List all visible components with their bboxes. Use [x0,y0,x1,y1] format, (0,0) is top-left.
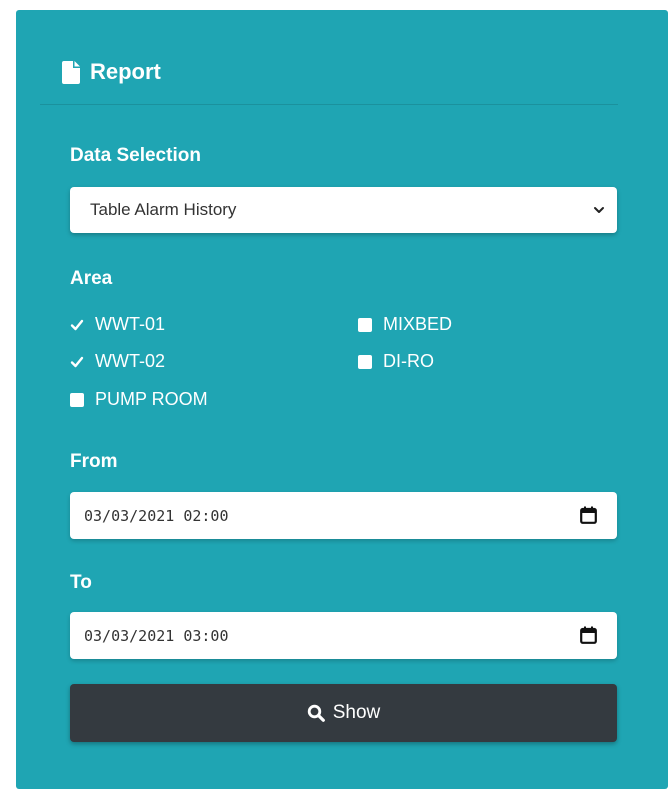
checkbox-checked[interactable] [70,355,84,369]
area-option-wwt-01[interactable]: WWT-01 [70,314,165,335]
from-datetime-input[interactable]: 03/03/2021 02:00 [70,492,617,539]
panel-title: Report [90,59,161,84]
data-selection-select[interactable]: Table Alarm History [70,187,617,233]
checkbox-unchecked[interactable] [358,354,372,369]
checkbox-checked[interactable] [70,318,84,332]
panel-header: Report [62,58,161,86]
to-datetime-input[interactable]: 03/03/2021 03:00 [70,612,617,659]
checkbox-unchecked[interactable] [70,392,84,407]
calendar-icon[interactable] [580,506,597,524]
area-option-wwt-02[interactable]: WWT-02 [70,351,165,372]
area-option-pump-room[interactable]: PUMP ROOM [70,389,208,410]
check-icon [70,319,84,330]
area-option-di-ro[interactable]: DI-RO [358,351,434,372]
header-divider [40,104,618,105]
area-option-label: PUMP ROOM [95,389,208,409]
data-selection-label: Data Selection [70,145,201,166]
from-label: From [70,451,118,472]
area-option-label: MIXBED [383,314,453,334]
area-label: Area [70,268,113,289]
calendar-icon[interactable] [580,626,597,644]
checkbox-unchecked[interactable] [358,317,372,332]
from-datetime-value: 03/03/2021 02:00 [84,506,229,525]
area-option-label: WWT-01 [95,314,165,334]
to-label: To [70,572,92,593]
chevron-down-icon [594,207,604,213]
area-option-label: WWT-02 [95,351,165,371]
check-icon [70,356,84,367]
area-option-mixbed[interactable]: MIXBED [358,314,452,335]
search-icon [307,704,325,722]
area-option-label: DI-RO [383,351,434,371]
file-icon [62,60,80,84]
to-datetime-value: 03/03/2021 03:00 [84,626,229,645]
show-button[interactable]: Show [70,684,617,742]
show-button-label: Show [332,702,381,723]
data-selection-value: Table Alarm History [90,200,237,219]
